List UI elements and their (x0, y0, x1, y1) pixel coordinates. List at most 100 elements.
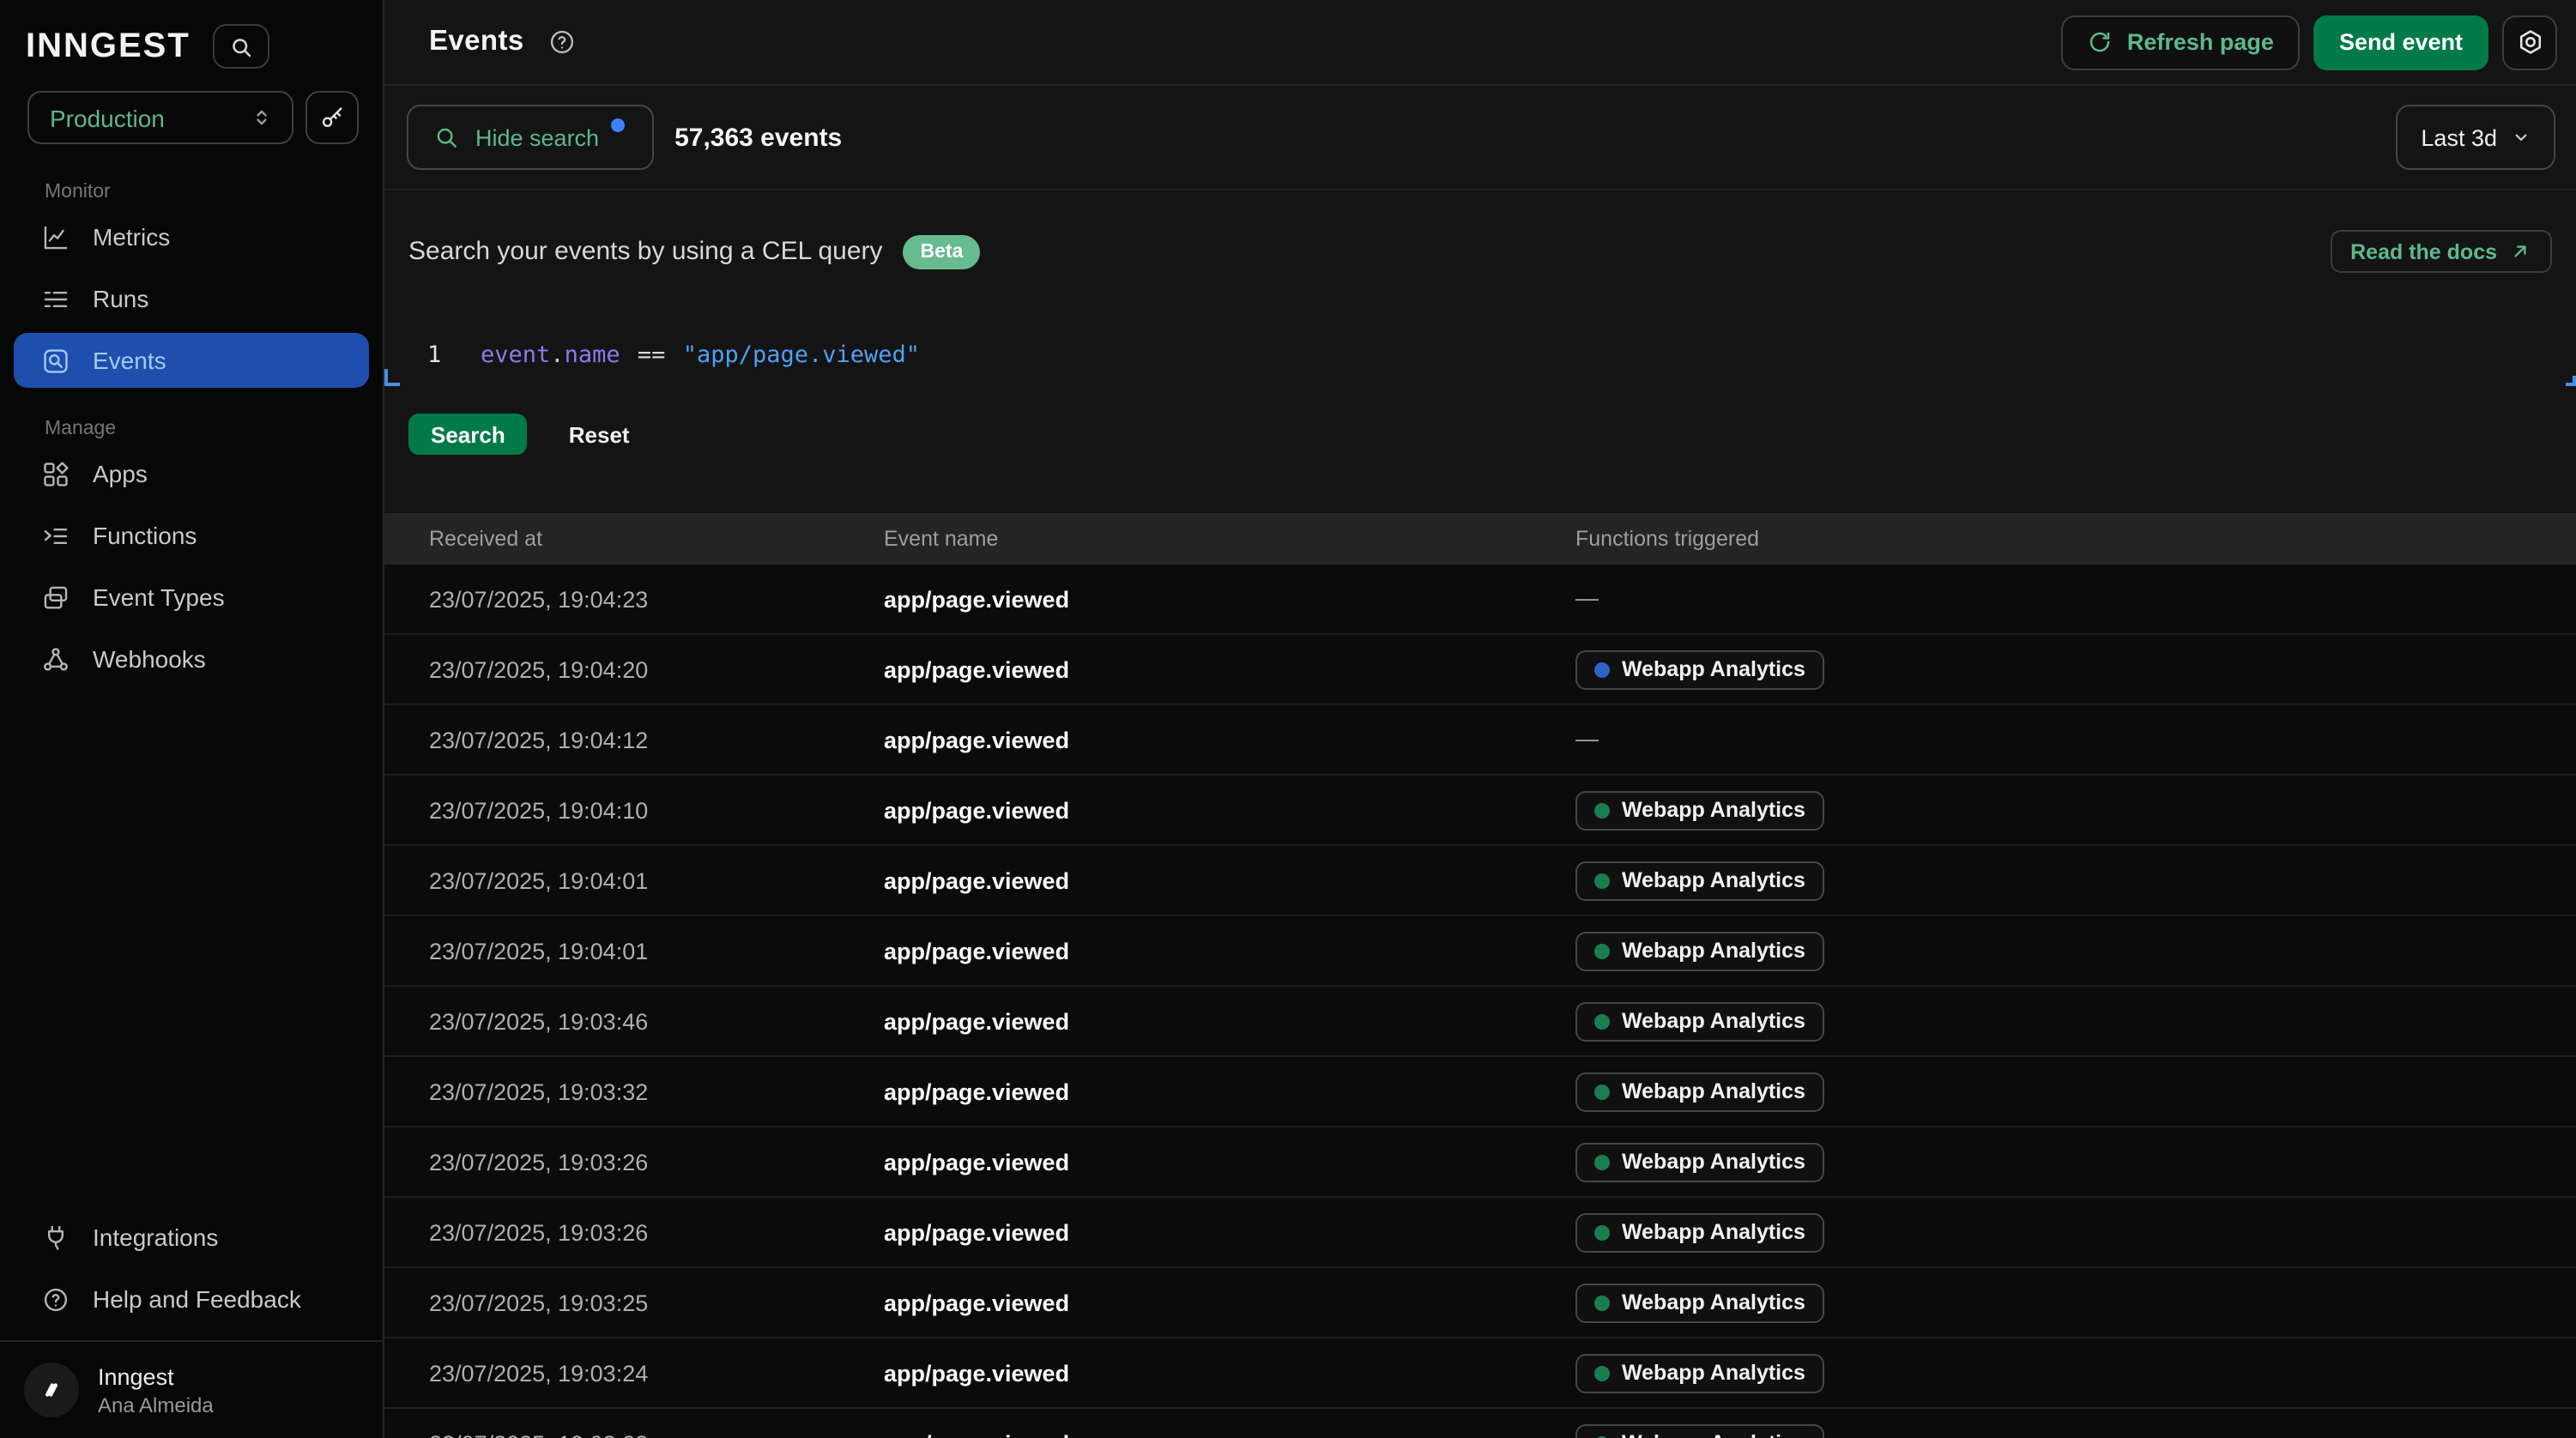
key-icon (318, 104, 346, 131)
table-row[interactable]: 23/07/2025, 19:03:25 app/page.viewed Web… (384, 1268, 2576, 1338)
sidebar-item-label: Apps (93, 460, 148, 487)
table-row[interactable]: 23/07/2025, 19:03:23 app/page.viewed Web… (384, 1409, 2576, 1438)
cell-event-name: app/page.viewed (884, 1219, 1575, 1245)
external-link-icon (2509, 240, 2531, 263)
function-badge[interactable]: Webapp Analytics (1575, 1353, 1824, 1393)
account-menu[interactable]: Inngest Ana Almeida (0, 1342, 383, 1438)
badge-label: Webapp Analytics (1622, 1150, 1805, 1174)
sidebar-item-events[interactable]: Events (14, 333, 369, 388)
sidebar: INNGEST Production Monitor (0, 0, 384, 1438)
cell-received-at: 23/07/2025, 19:03:24 (429, 1360, 884, 1386)
no-function-dash: — (1575, 585, 1599, 611)
environment-selector[interactable]: Production (27, 91, 293, 144)
event-types-icon (41, 583, 70, 612)
search-button[interactable]: Search (408, 414, 528, 455)
time-range-dropdown[interactable]: Last 3d (2395, 105, 2555, 170)
sidebar-item-help[interactable]: Help and Feedback (14, 1272, 369, 1326)
function-badge[interactable]: Webapp Analytics (1575, 1423, 1824, 1438)
status-dot (1594, 662, 1610, 677)
function-badge[interactable]: Webapp Analytics (1575, 1142, 1824, 1181)
account-org: Inngest (98, 1363, 214, 1389)
cell-event-name: app/page.viewed (884, 656, 1575, 682)
cell-received-at: 23/07/2025, 19:03:25 (429, 1290, 884, 1315)
hide-search-button[interactable]: Hide search (407, 105, 654, 170)
event-search-icon (41, 346, 70, 375)
cell-event-name: app/page.viewed (884, 867, 1575, 893)
reset-button[interactable]: Reset (569, 421, 630, 447)
avatar (24, 1362, 79, 1417)
cell-received-at: 23/07/2025, 19:03:46 (429, 1008, 884, 1034)
table-row[interactable]: 23/07/2025, 19:03:46 app/page.viewed Web… (384, 987, 2576, 1057)
sidebar-item-apps[interactable]: Apps (14, 446, 369, 501)
cell-event-name: app/page.viewed (884, 1008, 1575, 1034)
refresh-icon (2088, 29, 2113, 55)
function-badge[interactable]: Webapp Analytics (1575, 1283, 1824, 1322)
editor-corner-right (2566, 376, 2576, 386)
column-header-functions-triggered: Functions triggered (1575, 527, 2576, 551)
table-row[interactable]: 23/07/2025, 19:04:01 app/page.viewed Web… (384, 916, 2576, 987)
sidebar-item-webhooks[interactable]: Webhooks (14, 631, 369, 686)
badge-label: Webapp Analytics (1622, 657, 1805, 681)
sidebar-item-event-types[interactable]: Event Types (14, 570, 369, 625)
table-row[interactable]: 23/07/2025, 19:04:12 app/page.viewed — (384, 705, 2576, 776)
cell-received-at: 23/07/2025, 19:04:12 (429, 727, 884, 752)
sidebar-nav: Monitor Metrics Runs Events Manage (0, 144, 383, 693)
function-badge[interactable]: Webapp Analytics (1575, 931, 1824, 970)
badge-label: Webapp Analytics (1622, 1009, 1805, 1033)
sidebar-item-runs[interactable]: Runs (14, 271, 369, 326)
function-badge[interactable]: Webapp Analytics (1575, 790, 1824, 830)
sidebar-item-functions[interactable]: Functions (14, 508, 369, 563)
badge-label: Webapp Analytics (1622, 868, 1805, 892)
status-dot (1594, 1365, 1610, 1381)
sidebar-item-label: Event Types (93, 583, 225, 611)
table-row[interactable]: 23/07/2025, 19:04:01 app/page.viewed Web… (384, 846, 2576, 916)
settings-button[interactable] (2502, 15, 2557, 69)
events-help-icon[interactable] (548, 27, 577, 57)
apps-grid-icon (41, 459, 70, 488)
code-token-dot: . (550, 341, 564, 369)
sidebar-item-label: Events (93, 347, 166, 374)
badge-label: Webapp Analytics (1622, 1220, 1805, 1244)
status-dot (1594, 1224, 1610, 1240)
line-number: 1 (427, 341, 448, 369)
function-badge[interactable]: Webapp Analytics (1575, 650, 1824, 689)
sidebar-item-label: Integrations (93, 1224, 218, 1251)
sidebar-item-integrations[interactable]: Integrations (14, 1210, 369, 1265)
table-row[interactable]: 23/07/2025, 19:04:20 app/page.viewed Web… (384, 635, 2576, 705)
sidebar-item-label: Webhooks (93, 645, 206, 673)
sidebar-search-button[interactable] (213, 24, 269, 69)
editor-corner-left (384, 369, 400, 386)
cell-event-name: app/page.viewed (884, 797, 1575, 823)
cell-received-at: 23/07/2025, 19:04:20 (429, 656, 884, 682)
badge-label: Webapp Analytics (1622, 939, 1805, 963)
refresh-page-button[interactable]: Refresh page (2062, 15, 2300, 69)
gear-icon (2515, 27, 2544, 57)
function-badge[interactable]: Webapp Analytics (1575, 1212, 1824, 1252)
function-badge[interactable]: Webapp Analytics (1575, 861, 1824, 900)
table-row[interactable]: 23/07/2025, 19:04:23 app/page.viewed — (384, 565, 2576, 635)
sidebar-item-metrics[interactable]: Metrics (14, 209, 369, 264)
read-docs-button[interactable]: Read the docs (2330, 230, 2552, 273)
api-keys-button[interactable] (305, 91, 359, 144)
table-row[interactable]: 23/07/2025, 19:03:24 app/page.viewed Web… (384, 1338, 2576, 1409)
chevron-down-icon (2509, 125, 2533, 149)
table-row[interactable]: 23/07/2025, 19:04:10 app/page.viewed Web… (384, 776, 2576, 846)
status-dot (1594, 943, 1610, 958)
filter-active-dot (611, 118, 625, 132)
send-event-button[interactable]: Send event (2313, 15, 2488, 69)
function-badge[interactable]: Webapp Analytics (1575, 1072, 1824, 1111)
functions-list-icon (41, 521, 70, 550)
badge-label: Webapp Analytics (1622, 1079, 1805, 1103)
cell-received-at: 23/07/2025, 19:03:26 (429, 1149, 884, 1175)
cell-received-at: 23/07/2025, 19:04:10 (429, 797, 884, 823)
badge-label: Webapp Analytics (1622, 1431, 1805, 1438)
table-row[interactable]: 23/07/2025, 19:03:26 app/page.viewed Web… (384, 1198, 2576, 1268)
cell-event-name: app/page.viewed (884, 727, 1575, 752)
sidebar-item-label: Help and Feedback (93, 1285, 301, 1313)
function-badge[interactable]: Webapp Analytics (1575, 1001, 1824, 1041)
table-row[interactable]: 23/07/2025, 19:03:32 app/page.viewed Web… (384, 1057, 2576, 1127)
beta-badge: Beta (904, 234, 981, 269)
cel-query-editor[interactable]: 1 event.name == "app/page.viewed" (384, 324, 2576, 386)
cell-received-at: 23/07/2025, 19:04:01 (429, 867, 884, 893)
table-row[interactable]: 23/07/2025, 19:03:26 app/page.viewed Web… (384, 1127, 2576, 1198)
